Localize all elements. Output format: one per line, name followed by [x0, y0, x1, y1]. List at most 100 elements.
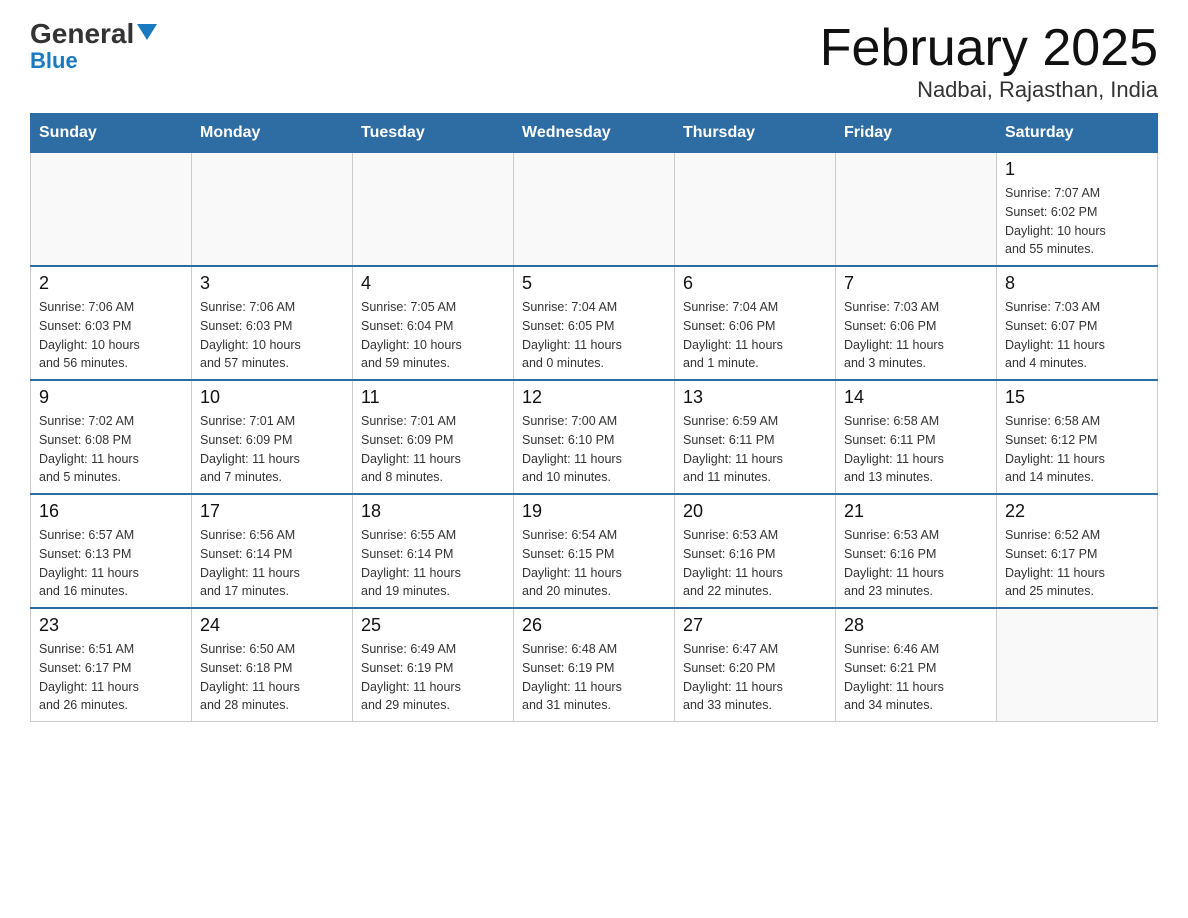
day-number: 8 — [1005, 273, 1149, 294]
day-info: Sunrise: 6:56 AM Sunset: 6:14 PM Dayligh… — [200, 526, 344, 601]
day-info: Sunrise: 7:04 AM Sunset: 6:05 PM Dayligh… — [522, 298, 666, 373]
day-number: 14 — [844, 387, 988, 408]
calendar-cell: 28 Sunrise: 6:46 AM Sunset: 6:21 PM Dayli… — [836, 608, 997, 722]
day-number: 25 — [361, 615, 505, 636]
calendar-cell — [353, 153, 514, 267]
weekday-header-tuesday: Tuesday — [353, 114, 514, 153]
day-info: Sunrise: 6:46 AM Sunset: 6:21 PM Dayligh… — [844, 640, 988, 715]
calendar-cell: 2 Sunrise: 7:06 AM Sunset: 6:03 PM Daylig… — [31, 266, 192, 380]
day-info: Sunrise: 6:48 AM Sunset: 6:19 PM Dayligh… — [522, 640, 666, 715]
week-row-5: 23Sunrise: 6:51 AM Sunset: 6:17 PM Dayli… — [31, 608, 1158, 722]
day-info: Sunrise: 6:47 AM Sunset: 6:20 PM Dayligh… — [683, 640, 827, 715]
day-info: Sunrise: 7:00 AM Sunset: 6:10 PM Dayligh… — [522, 412, 666, 487]
calendar-cell: 7 Sunrise: 7:03 AM Sunset: 6:06 PM Daylig… — [836, 266, 997, 380]
calendar-cell: 10 Sunrise: 7:01 AM Sunset: 6:09 PM Dayli… — [192, 380, 353, 494]
calendar-cell: 24Sunrise: 6:50 AM Sunset: 6:18 PM Dayli… — [192, 608, 353, 722]
calendar-cell: 8 Sunrise: 7:03 AM Sunset: 6:07 PM Daylig… — [997, 266, 1158, 380]
day-number: 3 — [200, 273, 344, 294]
calendar-cell: 26Sunrise: 6:48 AM Sunset: 6:19 PM Dayli… — [514, 608, 675, 722]
day-number: 21 — [844, 501, 988, 522]
day-info: Sunrise: 7:02 AM Sunset: 6:08 PM Dayligh… — [39, 412, 183, 487]
day-info: Sunrise: 7:01 AM Sunset: 6:09 PM Dayligh… — [200, 412, 344, 487]
day-info: Sunrise: 6:54 AM Sunset: 6:15 PM Dayligh… — [522, 526, 666, 601]
weekday-header-wednesday: Wednesday — [514, 114, 675, 153]
weekday-header-saturday: Saturday — [997, 114, 1158, 153]
calendar-cell: 22 Sunrise: 6:52 AM Sunset: 6:17 PM Dayli… — [997, 494, 1158, 608]
day-info: Sunrise: 6:58 AM Sunset: 6:11 PM Dayligh… — [844, 412, 988, 487]
day-number: 23 — [39, 615, 183, 636]
day-info: Sunrise: 6:55 AM Sunset: 6:14 PM Dayligh… — [361, 526, 505, 601]
calendar-cell: 18 Sunrise: 6:55 AM Sunset: 6:14 PM Dayli… — [353, 494, 514, 608]
calendar-cell: 16 Sunrise: 6:57 AM Sunset: 6:13 PM Dayli… — [31, 494, 192, 608]
day-number: 28 — [844, 615, 988, 636]
day-number: 16 — [39, 501, 183, 522]
calendar-cell: 25 Sunrise: 6:49 AM Sunset: 6:19 PM Dayli… — [353, 608, 514, 722]
day-info: Sunrise: 7:07 AM Sunset: 6:02 PM Dayligh… — [1005, 184, 1149, 259]
day-info: Sunrise: 7:05 AM Sunset: 6:04 PM Dayligh… — [361, 298, 505, 373]
calendar-cell: 15 Sunrise: 6:58 AM Sunset: 6:12 PM Dayli… — [997, 380, 1158, 494]
calendar-cell: 21 Sunrise: 6:53 AM Sunset: 6:16 PM Dayli… — [836, 494, 997, 608]
day-info: Sunrise: 7:06 AM Sunset: 6:03 PM Dayligh… — [200, 298, 344, 373]
page-header: General Blue February 2025 Nadbai, Rajas… — [30, 20, 1158, 103]
weekday-header-row: SundayMondayTuesdayWednesdayThursdayFrid… — [31, 114, 1158, 153]
calendar-cell — [675, 153, 836, 267]
day-info: Sunrise: 6:59 AM Sunset: 6:11 PM Dayligh… — [683, 412, 827, 487]
day-number: 1 — [1005, 159, 1149, 180]
day-info: Sunrise: 7:03 AM Sunset: 6:06 PM Dayligh… — [844, 298, 988, 373]
weekday-header-monday: Monday — [192, 114, 353, 153]
day-info: Sunrise: 6:52 AM Sunset: 6:17 PM Dayligh… — [1005, 526, 1149, 601]
location: Nadbai, Rajasthan, India — [820, 77, 1158, 103]
day-number: 12 — [522, 387, 666, 408]
logo: General Blue — [30, 20, 157, 74]
week-row-4: 16 Sunrise: 6:57 AM Sunset: 6:13 PM Dayli… — [31, 494, 1158, 608]
day-info: Sunrise: 6:49 AM Sunset: 6:19 PM Dayligh… — [361, 640, 505, 715]
day-info: Sunrise: 7:01 AM Sunset: 6:09 PM Dayligh… — [361, 412, 505, 487]
day-number: 7 — [844, 273, 988, 294]
day-info: Sunrise: 7:03 AM Sunset: 6:07 PM Dayligh… — [1005, 298, 1149, 373]
day-info: Sunrise: 6:58 AM Sunset: 6:12 PM Dayligh… — [1005, 412, 1149, 487]
calendar-cell: 4 Sunrise: 7:05 AM Sunset: 6:04 PM Daylig… — [353, 266, 514, 380]
calendar-cell: 9Sunrise: 7:02 AM Sunset: 6:08 PM Daylig… — [31, 380, 192, 494]
calendar-cell: 3 Sunrise: 7:06 AM Sunset: 6:03 PM Daylig… — [192, 266, 353, 380]
calendar-cell: 27 Sunrise: 6:47 AM Sunset: 6:20 PM Dayli… — [675, 608, 836, 722]
day-number: 2 — [39, 273, 183, 294]
weekday-header-friday: Friday — [836, 114, 997, 153]
week-row-1: 1 Sunrise: 7:07 AM Sunset: 6:02 PM Daylig… — [31, 153, 1158, 267]
day-number: 15 — [1005, 387, 1149, 408]
calendar-cell — [31, 153, 192, 267]
calendar-cell: 17 Sunrise: 6:56 AM Sunset: 6:14 PM Dayli… — [192, 494, 353, 608]
day-number: 22 — [1005, 501, 1149, 522]
day-number: 5 — [522, 273, 666, 294]
day-info: Sunrise: 6:53 AM Sunset: 6:16 PM Dayligh… — [844, 526, 988, 601]
calendar-cell: 12 Sunrise: 7:00 AM Sunset: 6:10 PM Dayli… — [514, 380, 675, 494]
calendar-cell: 1 Sunrise: 7:07 AM Sunset: 6:02 PM Daylig… — [997, 153, 1158, 267]
weekday-header-sunday: Sunday — [31, 114, 192, 153]
calendar-cell — [997, 608, 1158, 722]
day-number: 13 — [683, 387, 827, 408]
calendar-cell — [192, 153, 353, 267]
calendar-cell: 23Sunrise: 6:51 AM Sunset: 6:17 PM Dayli… — [31, 608, 192, 722]
calendar-cell: 14 Sunrise: 6:58 AM Sunset: 6:11 PM Dayli… — [836, 380, 997, 494]
day-number: 27 — [683, 615, 827, 636]
week-row-3: 9Sunrise: 7:02 AM Sunset: 6:08 PM Daylig… — [31, 380, 1158, 494]
day-info: Sunrise: 7:06 AM Sunset: 6:03 PM Dayligh… — [39, 298, 183, 373]
day-number: 19 — [522, 501, 666, 522]
day-info: Sunrise: 7:04 AM Sunset: 6:06 PM Dayligh… — [683, 298, 827, 373]
day-number: 4 — [361, 273, 505, 294]
day-number: 24 — [200, 615, 344, 636]
day-number: 20 — [683, 501, 827, 522]
day-number: 6 — [683, 273, 827, 294]
day-info: Sunrise: 6:53 AM Sunset: 6:16 PM Dayligh… — [683, 526, 827, 601]
day-number: 18 — [361, 501, 505, 522]
day-info: Sunrise: 6:57 AM Sunset: 6:13 PM Dayligh… — [39, 526, 183, 601]
calendar-cell — [836, 153, 997, 267]
title-block: February 2025 Nadbai, Rajasthan, India — [820, 20, 1158, 103]
day-number: 11 — [361, 387, 505, 408]
week-row-2: 2 Sunrise: 7:06 AM Sunset: 6:03 PM Daylig… — [31, 266, 1158, 380]
day-number: 17 — [200, 501, 344, 522]
calendar-cell: 5 Sunrise: 7:04 AM Sunset: 6:05 PM Daylig… — [514, 266, 675, 380]
day-number: 10 — [200, 387, 344, 408]
calendar-cell: 13 Sunrise: 6:59 AM Sunset: 6:11 PM Dayli… — [675, 380, 836, 494]
calendar-cell: 20 Sunrise: 6:53 AM Sunset: 6:16 PM Dayli… — [675, 494, 836, 608]
calendar-table: SundayMondayTuesdayWednesdayThursdayFrid… — [30, 113, 1158, 722]
